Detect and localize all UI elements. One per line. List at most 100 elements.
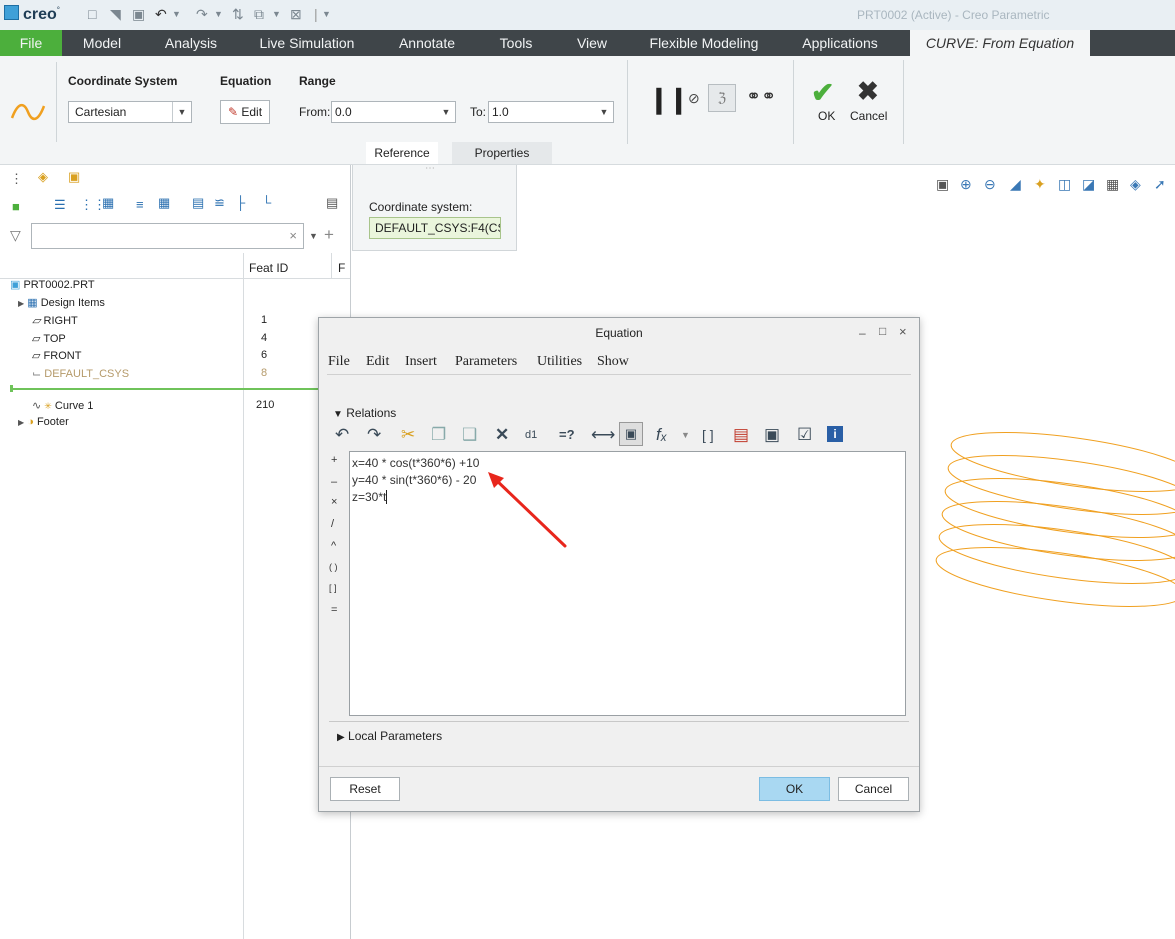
regenerate-icon[interactable]: ⇅ (232, 6, 244, 23)
tree-row-design-items[interactable]: ▶ ▦ Design Items (18, 296, 105, 309)
windows-dropdown-icon[interactable]: ▼ (272, 9, 281, 19)
column-header-feat-id[interactable]: Feat ID (249, 261, 288, 275)
part-icon[interactable]: ■ (12, 199, 20, 214)
favorites-icon[interactable]: ▣ (68, 169, 80, 185)
undo-icon[interactable]: ↶ (155, 6, 167, 23)
tab-view[interactable]: View (564, 30, 620, 56)
expand-icon[interactable]: ▶ (18, 418, 24, 427)
list-icon[interactable]: ☰ (54, 197, 66, 213)
tab-curve-from-equation[interactable]: CURVE: From Equation (910, 30, 1090, 56)
menu-parameters[interactable]: Parameters (455, 354, 517, 370)
tab-applications[interactable]: Applications (790, 30, 890, 56)
ribbon-cancel-label[interactable]: Cancel (850, 109, 887, 123)
expand-icon[interactable]: ▶ (18, 299, 24, 308)
tree-search-input[interactable]: × (31, 223, 304, 249)
coordinate-system-ref-collector[interactable]: DEFAULT_CSYS:F4(CSYS (369, 217, 501, 239)
insert-power-operator[interactable]: ^ (331, 540, 336, 552)
info-icon[interactable]: i (827, 426, 843, 442)
insert-brackets-operator[interactable]: [ ] (329, 583, 337, 593)
menu-insert[interactable]: Insert (405, 354, 437, 370)
edit-equation-button[interactable]: ✎ Edit (220, 100, 270, 124)
annotation-display-icon[interactable]: ➚ (1154, 176, 1166, 193)
checklist-icon[interactable]: ☑ (797, 424, 812, 446)
open-file-icon[interactable]: ◥ (110, 6, 121, 23)
close-window-icon[interactable]: ⊠ (290, 6, 302, 23)
tab-properties[interactable]: Properties (452, 142, 552, 164)
to-value-input[interactable]: 1.0 ▼ (488, 101, 614, 123)
tab-live-simulation[interactable]: Live Simulation (250, 30, 364, 56)
hierarchy-icon[interactable]: ├ (236, 195, 245, 210)
verify-mode-icon[interactable]: ℨ (708, 84, 736, 112)
insert-divide-operator[interactable]: / (331, 518, 334, 530)
function-dropdown-icon[interactable]: ▼ (681, 424, 690, 446)
tree-row-part[interactable]: ▣ PRT0002.PRT (10, 278, 95, 291)
show-icon[interactable]: ▦ (158, 195, 170, 211)
from-value-input[interactable]: 0.0 ▼ (331, 101, 456, 123)
grid-icon[interactable]: ▦ (102, 195, 114, 211)
model-tree-icon[interactable]: ⋮ (10, 171, 23, 187)
repaint-icon[interactable]: ◢ (1010, 176, 1021, 193)
tree-row-default-csys[interactable]: ⌙ DEFAULT_CSYS (32, 367, 129, 380)
helix-curve-preview[interactable] (925, 430, 1175, 650)
cancel-button[interactable]: Cancel (838, 777, 909, 801)
tree-row-front[interactable]: ▱ FRONT (32, 349, 81, 362)
stack-icon[interactable]: ≌ (214, 195, 225, 211)
saved-orientations-icon[interactable]: ◫ (1058, 176, 1071, 193)
tab-reference[interactable]: Reference (366, 142, 438, 164)
tree-row-curve-1[interactable]: ∿ ✳ Curve 1 (32, 399, 93, 412)
insert-parentheses-operator[interactable]: ( ) (329, 562, 338, 572)
insert-equals-operator[interactable]: = (331, 604, 337, 616)
local-parameters-section-header[interactable]: ▶ Local Parameters (337, 729, 442, 743)
redo-icon[interactable]: ↷ (367, 424, 381, 446)
menu-show[interactable]: Show (597, 354, 629, 370)
new-file-icon[interactable]: □ (88, 6, 96, 22)
add-icon[interactable]: + (324, 225, 334, 245)
paste-icon[interactable]: ❑ (462, 424, 477, 446)
tab-flexible-modeling[interactable]: Flexible Modeling (640, 30, 768, 56)
copy-icon[interactable]: ❐ (431, 424, 446, 446)
column-header-f[interactable]: F (338, 261, 345, 275)
save-icon[interactable]: ▣ (132, 6, 145, 23)
insert-minus-operator[interactable]: – (331, 476, 337, 488)
undo-dropdown-icon[interactable]: ▼ (172, 9, 181, 19)
clear-icon[interactable]: × (289, 228, 297, 243)
tab-annotate[interactable]: Annotate (386, 30, 468, 56)
tab-model[interactable]: Model (68, 30, 136, 56)
units-icon[interactable]: ▤ (733, 424, 749, 446)
cut-icon[interactable]: ✂ (401, 424, 415, 446)
evaluate-icon[interactable]: d1 (525, 424, 537, 446)
zoom-out-icon[interactable]: ⊖ (984, 176, 996, 193)
close-icon[interactable]: × (899, 324, 907, 339)
verify-icon[interactable]: =? (559, 424, 575, 446)
delete-icon[interactable]: ✕ (495, 424, 509, 446)
tab-tools[interactable]: Tools (488, 30, 544, 56)
zoom-in-icon[interactable]: ⊕ (960, 176, 972, 193)
insert-here-line[interactable] (10, 388, 350, 390)
display-style-icon[interactable]: ✦ (1034, 176, 1046, 193)
ok-check-icon[interactable]: ✔ (811, 76, 834, 109)
menu-edit[interactable]: Edit (366, 354, 389, 370)
redo-dropdown-icon[interactable]: ▼ (214, 9, 223, 19)
tree-row-top[interactable]: ▱ TOP (32, 332, 66, 345)
redo-icon[interactable]: ↷ (196, 6, 208, 23)
undo-icon[interactable]: ↶ (335, 424, 349, 446)
sort-relations-icon[interactable]: ▣ (619, 422, 643, 446)
customize-toolbar-icon[interactable]: ▼ (322, 9, 331, 19)
datum-display-icon[interactable]: ◈ (1130, 176, 1141, 193)
filter-tree-icon[interactable]: ≡ (136, 197, 144, 212)
drag-handle-icon[interactable]: ⋯ (425, 163, 435, 174)
tree-row-right[interactable]: ▱ RIGHT (32, 314, 78, 327)
pause-icon[interactable]: ❙❙ (648, 84, 690, 115)
maximize-icon[interactable]: □ (879, 324, 886, 338)
chevron-down-icon[interactable]: ▼ (309, 231, 318, 241)
minimize-icon[interactable]: – (859, 326, 866, 340)
relations-editor[interactable]: x=40 * cos(t*360*6) +10 y=40 * sin(t*360… (349, 451, 906, 716)
menu-file[interactable]: File (328, 354, 350, 370)
menu-utilities[interactable]: Utilities (537, 354, 582, 370)
cancel-x-icon[interactable]: ✖ (857, 76, 879, 107)
coordinate-system-select[interactable]: Cartesian ▼ (68, 101, 192, 123)
tab-analysis[interactable]: Analysis (150, 30, 232, 56)
table-icon[interactable]: ▤ (192, 195, 204, 211)
insert-dimension-icon[interactable]: ⟷ (591, 424, 615, 446)
tree-row-footer[interactable]: ▶ ◑ Footer (18, 416, 69, 428)
